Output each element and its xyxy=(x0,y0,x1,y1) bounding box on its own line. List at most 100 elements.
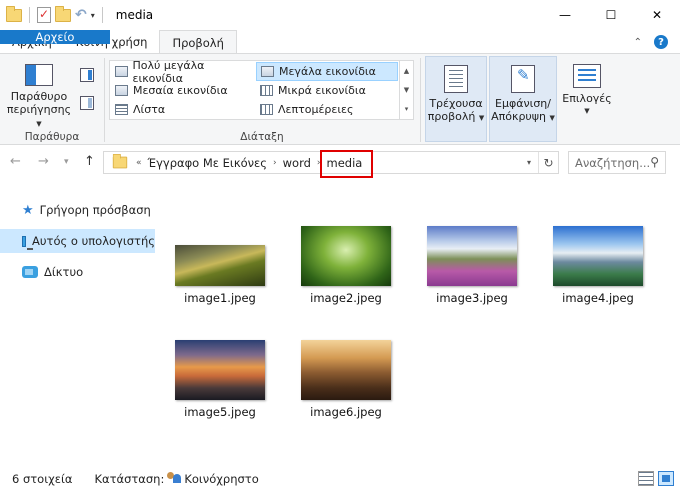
thumbnail-image xyxy=(553,226,643,286)
maximize-button[interactable]: ☐ xyxy=(588,0,634,30)
thumbnail-frame xyxy=(175,218,265,286)
forward-arrow-icon[interactable]: → xyxy=(38,154,49,169)
customize-qat-dropdown-icon[interactable]: ▾ xyxy=(91,11,95,20)
search-placeholder: Αναζήτηση... xyxy=(575,155,651,170)
minimize-button[interactable]: — xyxy=(542,0,588,30)
thumbnail-image xyxy=(301,226,391,286)
ribbon: Παράθυρο περιήγησης ▼ Παράθυρα Πολύ μεγά… xyxy=(0,53,680,145)
navigation-pane-label-2-text: περιήγησης xyxy=(6,103,72,116)
nav-this-pc[interactable]: Αυτός ο υπολογιστής xyxy=(0,229,155,253)
file-list: image1.jpeg image2.jpeg image3.jpeg imag… xyxy=(162,180,680,465)
preview-pane-icon[interactable] xyxy=(80,68,94,82)
breadcrumb-word[interactable]: word xyxy=(279,156,315,170)
nav-this-pc-label: Αυτός ο υπολογιστής xyxy=(32,234,155,248)
refresh-icon[interactable]: ↻ xyxy=(538,152,558,173)
window-controls: — ☐ ✕ xyxy=(542,0,680,30)
ribbon-tabs: Αρχείο Αρχική Κοινή χρήση Προβολή ⌃ ? xyxy=(0,30,680,54)
tab-view[interactable]: Προβολή xyxy=(159,30,237,54)
nav-network-label: Δίκτυο xyxy=(44,265,84,279)
details-pane-icon[interactable] xyxy=(80,96,94,110)
breadcrumb-media[interactable]: media xyxy=(323,156,367,170)
navigation-pane-icon xyxy=(25,64,53,86)
computer-icon xyxy=(22,235,34,250)
up-arrow-icon[interactable]: ↑ xyxy=(84,154,95,169)
current-view-group: Τρέχουσα προβολή ▼ xyxy=(425,56,487,142)
options-icon xyxy=(573,64,601,88)
search-icon[interactable]: ⚲ xyxy=(650,155,659,169)
thumbnail-frame xyxy=(301,332,391,400)
large-icons-view-toggle-icon[interactable] xyxy=(658,471,674,486)
navigation-pane-label-2: περιήγησης ▼ xyxy=(6,103,72,131)
details-view-toggle-icon[interactable] xyxy=(638,471,654,486)
thumbnail-frame xyxy=(427,218,517,286)
group-divider xyxy=(420,58,421,142)
file-item[interactable]: image2.jpeg xyxy=(291,218,401,305)
navigation-pane-label-1: Παράθυρο xyxy=(10,90,68,103)
nav-quick-access[interactable]: ★ Γρήγορη πρόσβαση xyxy=(0,198,155,222)
navigation-pane: ★ Γρήγορη πρόσβαση Αυτός ο υπολογιστής Δ… xyxy=(0,180,155,465)
address-bar[interactable]: « Έγγραφο Με Εικόνες › word › media ▾ ↻ xyxy=(103,151,559,174)
address-bar-controls: ▾ ↻ xyxy=(520,152,558,173)
file-item[interactable]: image6.jpeg xyxy=(291,332,401,419)
options-button[interactable]: Επιλογές ▼ xyxy=(560,64,614,118)
file-name: image3.jpeg xyxy=(436,291,508,305)
file-item[interactable]: image3.jpeg xyxy=(417,218,527,305)
collapse-ribbon-icon[interactable]: ⌃ xyxy=(634,37,642,48)
show-hide-label-1: Εμφάνιση/ xyxy=(495,97,551,110)
share-state-value: Κοινόχρηστο xyxy=(184,471,259,486)
show-hide-label-2: Απόκρυψη ▼ xyxy=(491,110,555,125)
status-bar: 6 στοιχεία Κατάσταση: Κοινόχρηστο xyxy=(0,465,680,492)
folder-icon xyxy=(112,153,128,169)
navigation-pane-button[interactable]: Παράθυρο περιήγησης ▼ xyxy=(6,64,72,131)
help-icon[interactable]: ? xyxy=(654,35,668,49)
file-item[interactable]: image4.jpeg xyxy=(543,218,653,305)
thumbnail-frame xyxy=(553,218,643,286)
back-arrow-icon[interactable]: ← xyxy=(10,154,21,169)
search-box[interactable]: Αναζήτηση... ⚲ xyxy=(568,151,666,174)
show-hide-button[interactable]: Εμφάνιση/ Απόκρυψη ▼ xyxy=(490,65,556,125)
chevron-right-icon[interactable]: › xyxy=(271,158,279,168)
properties-icon[interactable] xyxy=(37,7,51,23)
thumbnail-image xyxy=(175,245,265,286)
layout-group-label: Διάταξη xyxy=(240,131,284,143)
view-toggles xyxy=(638,471,674,486)
current-view-button[interactable]: Τρέχουσα προβολή ▼ xyxy=(426,65,486,125)
dropdown-arrow-icon: ▼ xyxy=(584,107,590,115)
nav-quick-access-label: Γρήγορη πρόσβαση xyxy=(39,203,151,217)
new-folder-icon[interactable] xyxy=(55,5,71,22)
recent-locations-icon[interactable]: ▾ xyxy=(64,157,69,167)
layout-group: Διάταξη xyxy=(104,54,420,146)
current-view-label-2-text: προβολή xyxy=(427,110,476,123)
file-name: image5.jpeg xyxy=(184,405,256,419)
address-row: ← → ▾ ↑ « Έγγραφο Με Εικόνες › word › me… xyxy=(0,145,680,180)
shared-users-icon xyxy=(167,472,182,485)
tab-file[interactable]: Αρχείο xyxy=(0,30,110,44)
file-name: image2.jpeg xyxy=(310,291,382,305)
thumbnail-image xyxy=(427,226,517,286)
current-view-label-1: Τρέχουσα xyxy=(429,97,483,110)
nav-network[interactable]: Δίκτυο xyxy=(0,260,155,284)
close-button[interactable]: ✕ xyxy=(634,0,680,30)
dropdown-arrow-icon: ▼ xyxy=(36,120,42,128)
panes-group-label: Παράθυρα xyxy=(24,131,80,143)
breadcrumb-document[interactable]: Έγγραφο Με Εικόνες xyxy=(144,156,272,170)
show-hide-icon xyxy=(511,65,535,93)
share-state: Κατάσταση: Κοινόχρηστο xyxy=(94,472,258,486)
chevron-right-icon[interactable]: › xyxy=(315,158,323,168)
qat-divider xyxy=(101,7,103,23)
file-name: image1.jpeg xyxy=(184,291,256,305)
thumbnail-image xyxy=(301,340,391,400)
qat-divider xyxy=(29,7,30,23)
current-view-label-2: προβολή ▼ xyxy=(428,110,484,125)
show-hide-group: Εμφάνιση/ Απόκρυψη ▼ xyxy=(489,56,557,142)
address-history-icon[interactable]: ▾ xyxy=(520,158,538,167)
undo-icon[interactable]: ↶ xyxy=(75,7,87,23)
file-item[interactable]: image1.jpeg xyxy=(165,218,275,305)
overflow-icon[interactable]: « xyxy=(134,158,144,168)
file-item[interactable]: image5.jpeg xyxy=(165,332,275,419)
thumbnail-image xyxy=(175,340,265,400)
network-icon xyxy=(22,266,38,278)
item-count: 6 στοιχεία xyxy=(12,471,73,486)
quick-access-toolbar: ↶ ▾ xyxy=(0,5,106,23)
title-bar: ↶ ▾ media — ☐ ✕ xyxy=(0,0,680,30)
